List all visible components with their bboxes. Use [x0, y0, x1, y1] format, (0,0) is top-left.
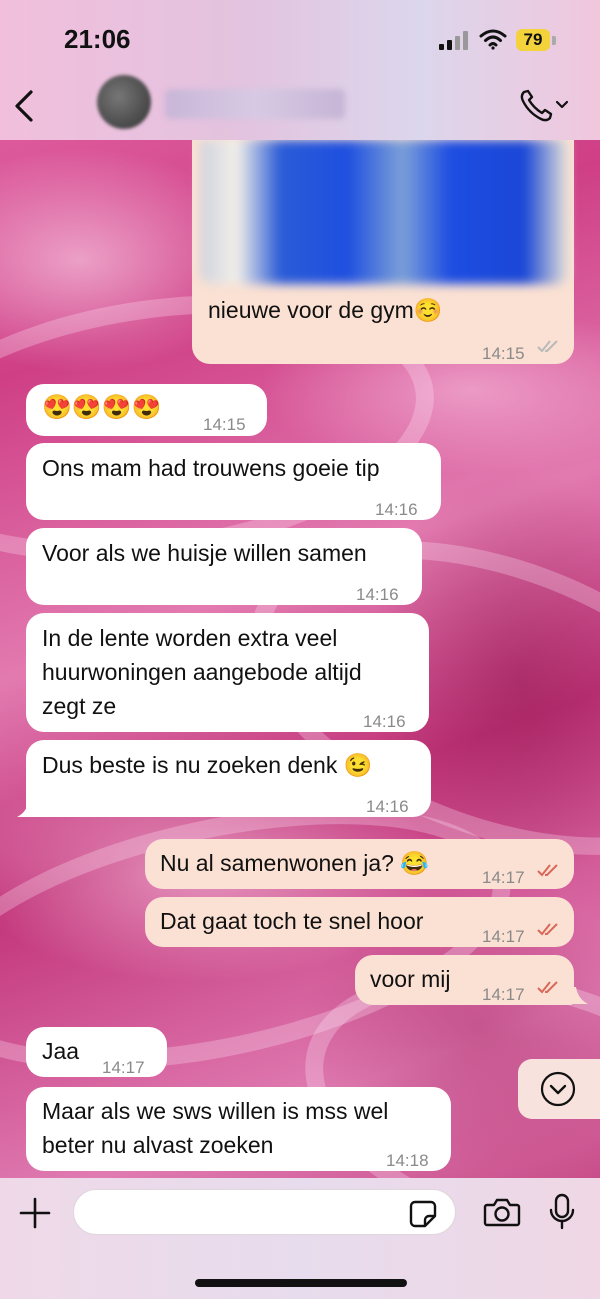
- contact-name[interactable]: [165, 89, 345, 119]
- message-timestamp: 14:17: [482, 927, 525, 946]
- message-text: Ons mam had trouwens goeie tip: [42, 455, 380, 481]
- message-text: voor mij: [370, 966, 451, 992]
- message-timestamp: 14:16: [356, 585, 399, 604]
- message-text: Jaa: [42, 1038, 80, 1064]
- wifi-icon: [479, 29, 507, 50]
- sticker-icon[interactable]: [408, 1199, 438, 1229]
- read-ticks-icon: [537, 981, 558, 994]
- call-button[interactable]: [518, 88, 572, 129]
- message-text: 😍😍😍😍: [42, 394, 162, 421]
- message-text: Voor als we huisje willen samen: [42, 540, 367, 566]
- message-bubble-incoming[interactable]: Ons mam had trouwens goeie tip 14:16: [26, 443, 441, 520]
- sent-photo[interactable]: [200, 140, 568, 284]
- home-indicator: [195, 1279, 407, 1287]
- message-timestamp: 14:18: [386, 1151, 429, 1170]
- message-text: Dat gaat toch te snel hoor: [160, 908, 424, 934]
- bubble-tail: [570, 987, 588, 1004]
- phone-icon: [520, 89, 569, 122]
- battery-tip: [552, 36, 556, 45]
- plus-icon[interactable]: [18, 1196, 52, 1230]
- message-bubble-incoming[interactable]: Voor als we huisje willen samen 14:16: [26, 528, 422, 605]
- message-bubble-outgoing[interactable]: Dat gaat toch te snel hoor 14:17: [145, 897, 574, 947]
- delivered-ticks-icon: [537, 340, 558, 353]
- camera-icon[interactable]: [483, 1196, 521, 1228]
- message-bubble-incoming[interactable]: 😍😍😍😍 14:15: [26, 384, 267, 436]
- message-bubble-incoming[interactable]: Dus beste is nu zoeken denk 😉 14:16: [26, 740, 431, 817]
- message-timestamp: 14:17: [482, 868, 525, 887]
- message-text: Dus beste is nu zoeken denk 😉: [42, 752, 373, 778]
- battery-indicator: 79: [516, 29, 550, 51]
- message-bubble-incoming[interactable]: Maar als we sws willen is mss wel beter …: [26, 1087, 451, 1171]
- microphone-icon[interactable]: [548, 1193, 576, 1231]
- message-text: Maar als we sws willen is mss wel beter …: [42, 1098, 389, 1158]
- message-text: In de lente worden extra veel huurwoning…: [42, 625, 362, 719]
- read-ticks-icon: [537, 923, 558, 936]
- cellular-signal-icon: [439, 30, 469, 50]
- message-timestamp: 14:15: [203, 415, 246, 434]
- scroll-to-bottom-button[interactable]: [518, 1059, 600, 1119]
- back-chevron-icon[interactable]: [10, 88, 40, 124]
- message-bubble-outgoing[interactable]: voor mij 14:17: [355, 955, 574, 1005]
- read-ticks-icon: [537, 864, 558, 877]
- message-timestamp: 14:15: [482, 344, 525, 363]
- chat-header: 21:06 79: [0, 0, 600, 140]
- status-time: 21:06: [64, 24, 131, 54]
- bubble-tail: [17, 800, 35, 817]
- chevron-down-icon: [555, 100, 569, 109]
- message-timestamp: 14:16: [366, 797, 409, 816]
- message-text: Nu al samenwonen ja? 😂: [160, 850, 430, 876]
- message-bubble-outgoing[interactable]: Nu al samenwonen ja? 😂 14:17: [145, 839, 574, 889]
- message-text: nieuwe voor de gym☺️: [208, 297, 443, 323]
- message-bubble-incoming[interactable]: In de lente worden extra veel huurwoning…: [26, 613, 429, 732]
- message-timestamp: 14:17: [102, 1058, 145, 1077]
- avatar[interactable]: [97, 75, 151, 129]
- message-bubble-incoming[interactable]: Jaa 14:17: [26, 1027, 167, 1077]
- message-timestamp: 14:17: [482, 985, 525, 1004]
- message-timestamp: 14:16: [363, 712, 406, 731]
- message-timestamp: 14:16: [375, 500, 418, 519]
- scroll-down-icon: [540, 1071, 576, 1107]
- message-input[interactable]: [73, 1189, 456, 1235]
